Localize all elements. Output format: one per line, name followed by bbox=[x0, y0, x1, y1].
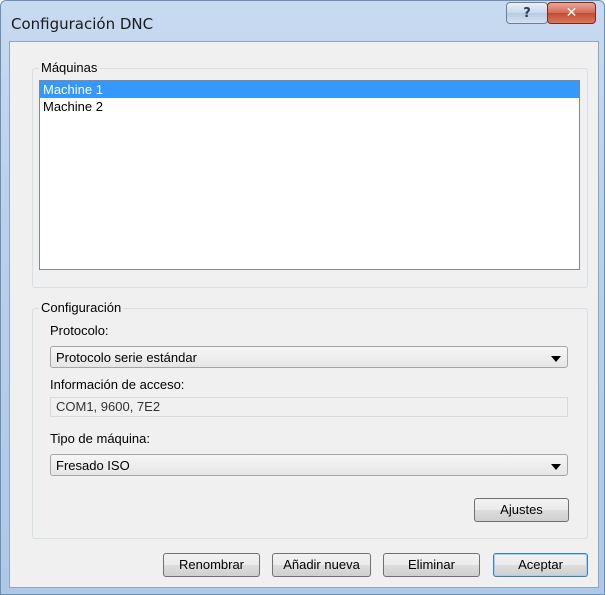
chevron-down-icon bbox=[551, 356, 561, 362]
settings-button[interactable]: Ajustes bbox=[474, 498, 569, 522]
rename-button[interactable]: Renombrar bbox=[163, 553, 260, 577]
accept-button[interactable]: Aceptar bbox=[493, 553, 588, 577]
protocol-label: Protocolo: bbox=[50, 323, 109, 338]
close-button[interactable]: ✕ bbox=[547, 2, 596, 24]
list-item[interactable]: Machine 1 bbox=[40, 81, 579, 98]
configuration-legend: Configuración bbox=[39, 300, 124, 315]
close-icon: ✕ bbox=[565, 5, 578, 21]
protocol-value: Protocolo serie estándar bbox=[56, 350, 197, 365]
protocol-select[interactable]: Protocolo serie estándar bbox=[50, 346, 568, 368]
access-info-field: COM1, 9600, 7E2 bbox=[50, 397, 568, 417]
machine-type-value: Fresado ISO bbox=[56, 458, 130, 473]
window-title: Configuración DNC bbox=[11, 15, 154, 33]
list-item[interactable]: Machine 2 bbox=[40, 98, 579, 115]
chevron-down-icon bbox=[551, 464, 561, 470]
access-info-label: Información de acceso: bbox=[50, 377, 185, 392]
help-button[interactable]: ? bbox=[506, 2, 548, 24]
title-bar[interactable]: Configuración DNC ? ✕ bbox=[1, 1, 604, 41]
machine-type-label: Tipo de máquina: bbox=[50, 431, 150, 446]
machines-listbox[interactable]: Machine 1 Machine 2 bbox=[39, 80, 580, 270]
dialog-client-area: Máquinas Machine 1 Machine 2 Configuraci… bbox=[9, 41, 599, 588]
dialog-window: Configuración DNC ? ✕ Máquinas Machine 1… bbox=[0, 0, 605, 595]
delete-button[interactable]: Eliminar bbox=[383, 553, 480, 577]
machine-type-select[interactable]: Fresado ISO bbox=[50, 454, 568, 476]
add-new-button[interactable]: Añadir nueva bbox=[272, 553, 371, 577]
help-icon: ? bbox=[523, 5, 531, 21]
machines-legend: Máquinas bbox=[39, 60, 100, 75]
